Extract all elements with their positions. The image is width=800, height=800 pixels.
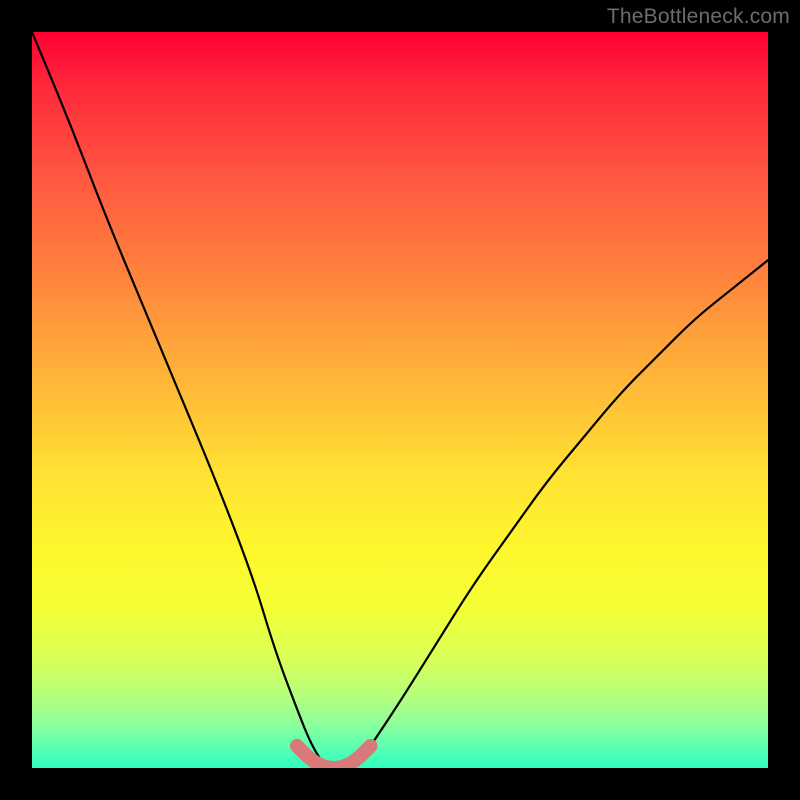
chart-frame: TheBottleneck.com	[0, 0, 800, 800]
chart-svg	[32, 32, 768, 768]
bottleneck-curve-line	[32, 32, 768, 768]
optimal-band-line	[297, 746, 371, 768]
plot-area	[32, 32, 768, 768]
watermark-text: TheBottleneck.com	[607, 5, 790, 29]
